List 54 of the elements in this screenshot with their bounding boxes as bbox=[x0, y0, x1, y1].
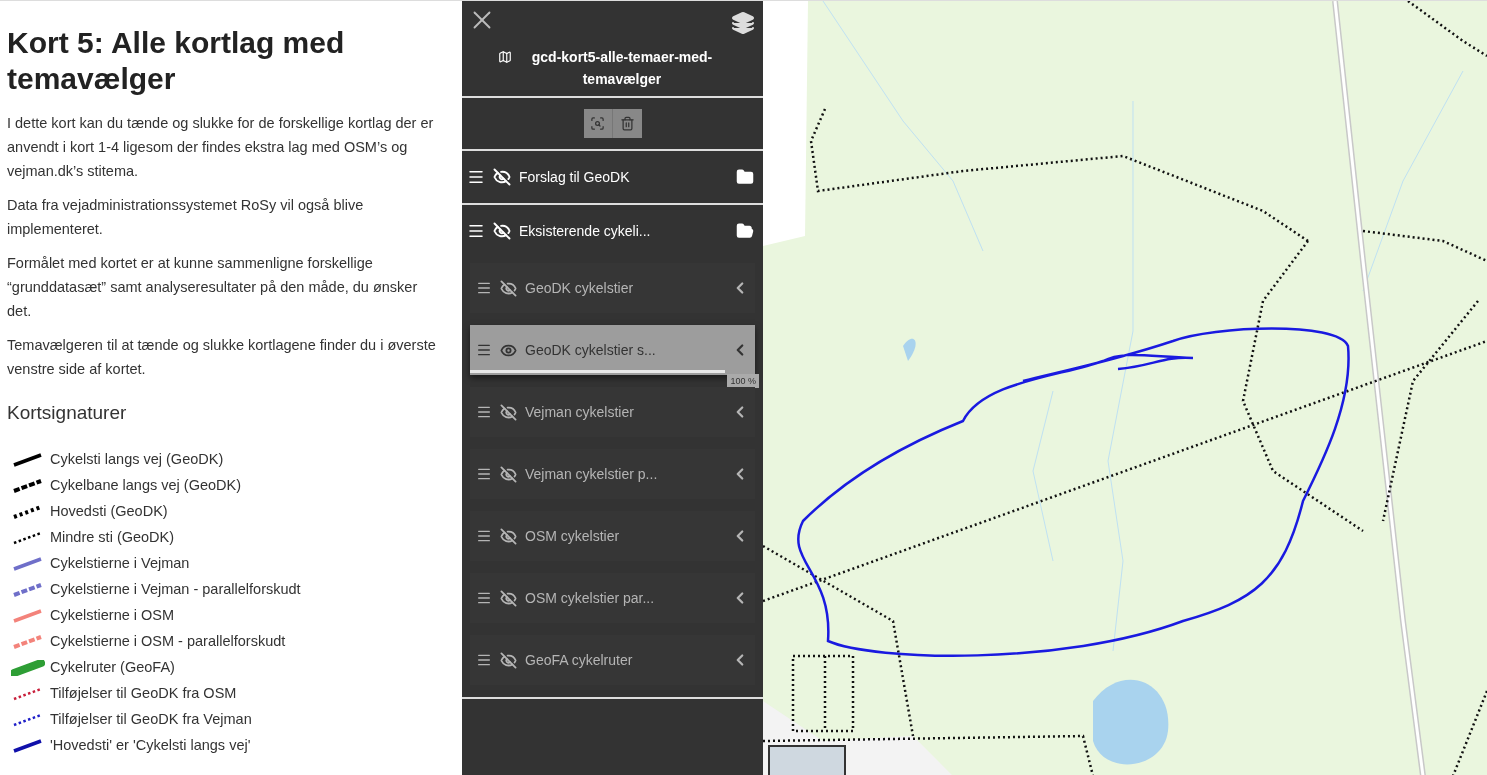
eye-off-icon[interactable] bbox=[500, 589, 517, 607]
layers-icon[interactable] bbox=[731, 11, 755, 35]
layer-label: GeoFA cykelruter bbox=[525, 650, 634, 670]
zoom-search-icon bbox=[590, 116, 605, 131]
eye-off-icon[interactable] bbox=[500, 279, 517, 297]
drag-handle-icon[interactable] bbox=[476, 404, 492, 420]
drag-handle-icon[interactable] bbox=[467, 222, 485, 240]
paragraph: Temavælgeren til at tænde og slukke kortlagene finder du i øverste venstre side af kortet. bbox=[7, 336, 437, 379]
legend-heading: Kortsignaturer bbox=[7, 401, 128, 425]
legend-label: Tilføjelser til GeoDK fra OSM bbox=[50, 683, 237, 702]
drag-handle-icon[interactable] bbox=[476, 280, 492, 296]
drag-handle-icon[interactable] bbox=[476, 466, 492, 482]
layer-group-item[interactable]: Forslag til GeoDK bbox=[462, 151, 763, 203]
drag-handle-icon[interactable] bbox=[476, 342, 492, 358]
minimap-placeholder[interactable] bbox=[768, 745, 846, 775]
eye-off-icon[interactable] bbox=[500, 403, 517, 421]
layer-group-item[interactable]: Eksisterende cykeli... bbox=[462, 205, 763, 257]
layer-label: GeoDK cykelstier s... bbox=[525, 340, 657, 360]
drag-handle-icon[interactable] bbox=[476, 590, 492, 606]
layer-label: Vejman cykelstier bbox=[525, 402, 635, 422]
trash-icon bbox=[619, 116, 635, 131]
legend-label: 'Hovedsti' er 'Cykelsti langs vej' bbox=[50, 735, 251, 754]
legend-label: Cykelstierne i OSM - parallelforskudt bbox=[50, 631, 286, 650]
layer-label: Vejman cykelstier p... bbox=[525, 464, 659, 484]
paragraph: I dette kort kan du tænde og slukke for de forskellige kortlag der er anvendt i kort 1-4 ligesom der findes ekstra lag med OSM’s og vejman.dk’s stitema. bbox=[7, 114, 435, 181]
page-title: Kort 5: Alle kortlag med temavælger bbox=[7, 25, 346, 97]
legend-label: Cykelstierne i OSM bbox=[50, 605, 175, 624]
group-label: Eksisterende cykeli... bbox=[519, 221, 652, 241]
layer-label: GeoDK cykelstier bbox=[525, 278, 635, 298]
legend-label: Cykelstierne i Vejman bbox=[50, 553, 190, 572]
group-label: Forslag til GeoDK bbox=[519, 167, 631, 187]
legend-label: Cykelbane langs vej (GeoDK) bbox=[50, 475, 241, 494]
eye-off-icon[interactable] bbox=[500, 527, 517, 545]
drag-handle-icon[interactable] bbox=[467, 168, 485, 186]
paragraph: Data fra vejadministrationssystemet RoSy vil også blive implementeret. bbox=[7, 196, 365, 239]
eye-off-icon[interactable] bbox=[500, 651, 517, 669]
legend-label: Cykelruter (GeoFA) bbox=[50, 657, 175, 676]
legend-label: Cykelstierne i Vejman - parallelforskudt bbox=[50, 579, 301, 598]
opacity-slider[interactable] bbox=[470, 369, 725, 374]
legend-label: Mindre sti (GeoDK) bbox=[50, 527, 175, 546]
folder-open-icon[interactable] bbox=[736, 222, 754, 240]
folder-icon[interactable] bbox=[736, 168, 754, 186]
drag-handle-icon[interactable] bbox=[476, 528, 492, 544]
panel-title: gcd-kort5-alle-temaer-med-temavælger bbox=[530, 48, 714, 89]
layer-label: OSM cykelstier bbox=[525, 526, 621, 546]
map-icon bbox=[497, 50, 512, 64]
legend-label: Hovedsti (GeoDK) bbox=[50, 501, 168, 520]
eye-off-icon[interactable] bbox=[500, 465, 517, 483]
legend-label: Cykelsti langs vej (GeoDK) bbox=[50, 449, 224, 468]
drag-handle-icon[interactable] bbox=[476, 652, 492, 668]
legend-label: Tilføjelser til GeoDK fra Vejman bbox=[50, 709, 252, 728]
paragraph: Formålet med kortet er at kunne sammenligne forskellige “grunddatasæt” samt analyseresultater på den måde, du ønsker det. bbox=[7, 254, 419, 321]
opacity-reading: 100 % bbox=[727, 374, 759, 388]
layer-label: OSM cykelstier par... bbox=[525, 588, 656, 608]
